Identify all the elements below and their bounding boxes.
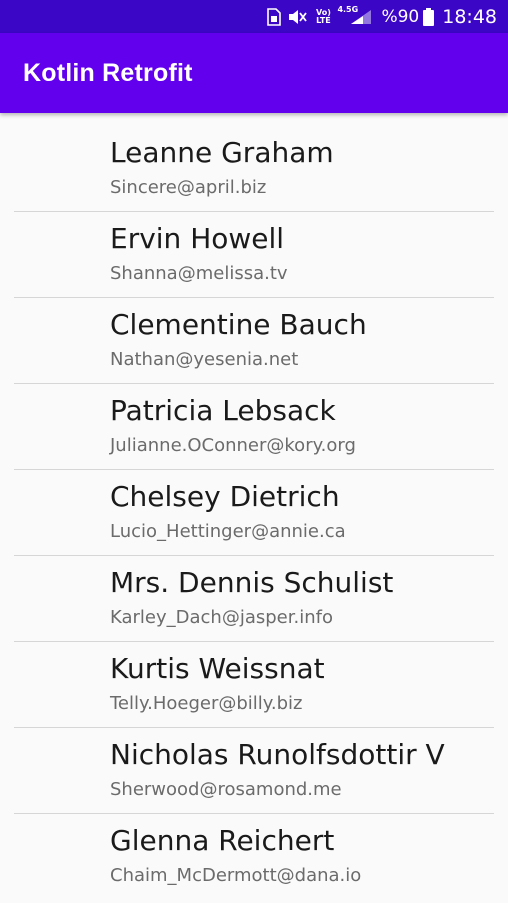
volte-label: Vo) LTE [315,7,331,25]
app-title: Kotlin Retrofit [23,58,193,87]
user-name: Leanne Graham [110,136,334,169]
battery-icon [423,7,435,27]
list-item[interactable]: Leanne Graham Sincere@april.biz [0,113,508,212]
list-item[interactable]: Ervin Howell Shanna@melissa.tv [0,199,508,298]
user-name: Glenna Reichert [110,824,335,857]
user-email: Chaim_McDermott@dana.io [110,865,362,886]
user-name: Clementine Bauch [110,308,367,341]
user-name: Kurtis Weissnat [110,652,325,685]
app-bar: Kotlin Retrofit [0,33,508,113]
user-email: Sherwood@rosamond.me [110,779,342,800]
user-email: Lucio_Hettinger@annie.ca [110,521,346,542]
user-name: Ervin Howell [110,222,285,255]
list-item[interactable]: Mrs. Dennis Schulist Karley_Dach@jasper.… [0,543,508,642]
battery-percent: %90 [381,6,420,27]
list-item[interactable]: Nicholas Runolfsdottir V Sherwood@rosamo… [0,715,508,814]
user-email: Karley_Dach@jasper.info [110,607,333,628]
user-email: Sincere@april.biz [110,177,267,198]
user-name: Chelsey Dietrich [110,480,340,513]
user-email: Shanna@melissa.tv [110,263,288,284]
user-name: Mrs. Dennis Schulist [110,566,394,599]
user-email: Nathan@yesenia.net [110,349,299,370]
network-type-label: 4.5G [337,4,359,14]
sim-icon [267,7,282,27]
list-item[interactable]: Clementine Bauch Nathan@yesenia.net [0,285,508,384]
clock: 18:48 [442,5,497,28]
list-item[interactable]: Patricia Lebsack Julianne.OConner@kory.o… [0,371,508,470]
status-bar: Vo) LTE 4.5G %90 18:48 [0,0,508,33]
user-email: Julianne.OConner@kory.org [110,435,356,456]
user-name: Patricia Lebsack [110,394,336,427]
user-email: Telly.Hoeger@billy.biz [110,693,303,714]
list-item[interactable]: Glenna Reichert Chaim_McDermott@dana.io [0,801,508,887]
signal-icon: 4.5G [337,4,373,27]
volte-icon: Vo) LTE [313,7,333,27]
user-name: Nicholas Runolfsdottir V [110,738,445,771]
list-item[interactable]: Kurtis Weissnat Telly.Hoeger@billy.biz [0,629,508,728]
status-icons: Vo) LTE 4.5G [267,4,373,27]
list-item[interactable]: Chelsey Dietrich Lucio_Hettinger@annie.c… [0,457,508,556]
mute-icon [287,7,308,27]
user-list[interactable]: Leanne Graham Sincere@april.biz Ervin Ho… [0,113,508,903]
